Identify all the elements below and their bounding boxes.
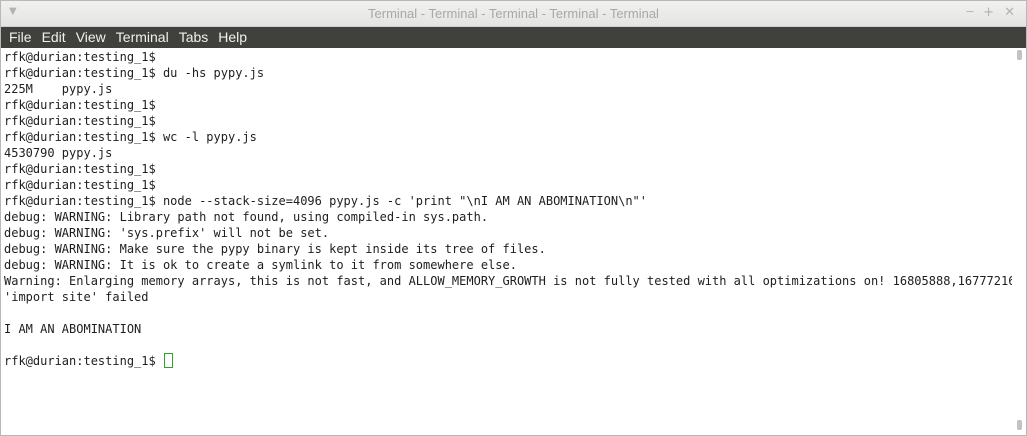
maximize-icon[interactable]: + [983, 5, 994, 20]
scrollbar-top-marker[interactable] [1017, 50, 1022, 60]
menu-file[interactable]: File [9, 27, 32, 48]
terminal-line: rfk@durian:testing_1$ [4, 162, 156, 176]
window-title: Terminal - Terminal - Terminal - Termina… [368, 6, 659, 21]
terminal-line: 'import site' failed [4, 290, 149, 304]
terminal-line: debug: WARNING: 'sys.prefix' will not be… [4, 226, 330, 240]
terminal-line: rfk@durian:testing_1$ wc -l pypy.js [4, 130, 257, 144]
terminal-line: rfk@durian:testing_1$ [4, 178, 156, 192]
vertical-scrollbar[interactable] [1012, 48, 1026, 435]
menu-edit[interactable]: Edit [42, 27, 66, 48]
menu-tabs[interactable]: Tabs [179, 27, 209, 48]
menu-view[interactable]: View [76, 27, 106, 48]
terminal-window: ▼ Terminal - Terminal - Terminal - Termi… [0, 0, 1027, 436]
terminal-line: 225M pypy.js [4, 82, 113, 96]
close-icon[interactable]: ✕ [1004, 5, 1015, 20]
terminal-line: rfk@durian:testing_1$ [4, 50, 156, 64]
terminal-line: debug: WARNING: It is ok to create a sym… [4, 258, 517, 272]
prompt-text: rfk@durian:testing_1$ [4, 354, 163, 368]
terminal-line: rfk@durian:testing_1$ node --stack-size=… [4, 194, 647, 208]
terminal-line: debug: WARNING: Library path not found, … [4, 210, 489, 224]
text-cursor [163, 353, 173, 368]
prompt-line[interactable]: rfk@durian:testing_1$ [4, 353, 1012, 369]
menu-terminal[interactable]: Terminal [116, 27, 169, 48]
scrollbar-thumb[interactable] [1017, 420, 1022, 430]
terminal-line: I AM AN ABOMINATION [4, 322, 142, 336]
terminal-line: rfk@durian:testing_1$ [4, 98, 156, 112]
terminal-line: debug: WARNING: Make sure the pypy binar… [4, 242, 546, 256]
title-bar[interactable]: ▼ Terminal - Terminal - Terminal - Termi… [1, 1, 1026, 27]
minimize-icon[interactable]: ‒ [966, 4, 974, 19]
menu-help[interactable]: Help [218, 27, 247, 48]
menu-bar: File Edit View Terminal Tabs Help [1, 27, 1026, 48]
terminal-line: Warning: Enlarging memory arrays, this i… [4, 274, 1012, 288]
terminal-line: rfk@durian:testing_1$ du -hs pypy.js [4, 66, 265, 80]
terminal-output[interactable]: rfk@durian:testing_1$ rfk@durian:testing… [1, 48, 1012, 435]
terminal-line: rfk@durian:testing_1$ [4, 114, 156, 128]
terminal-line: 4530790 pypy.js [4, 146, 113, 160]
